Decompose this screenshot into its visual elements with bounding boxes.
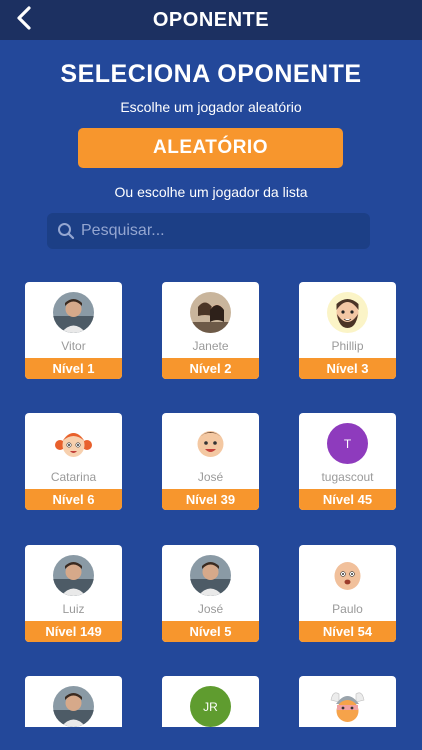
opponent-name: Phillip [331,339,364,353]
opponent-card[interactable]: Luiz Nível 149 [25,545,122,642]
cartoon-bald-man-icon [327,555,368,596]
cartoon-bearded-man-icon [327,292,368,333]
opponent-card[interactable] [25,676,122,727]
opponent-card[interactable]: Ttugascout Nível 45 [299,413,396,510]
bottom-strip [0,727,422,750]
opponent-card[interactable]: Janete Nível 2 [162,282,259,379]
opponent-name: Paulo [332,602,363,616]
opponent-level-badge: Nível 3 [299,358,396,379]
opponent-card[interactable]: JR [162,676,259,727]
list-hint: Ou escolhe um jogador da lista [114,184,308,200]
opponent-level-badge: Nível 39 [162,489,259,510]
opponent-card[interactable]: Phillip Nível 3 [299,282,396,379]
opponent-card[interactable]: Vitor Nível 1 [25,282,122,379]
opponent-card[interactable]: Paulo Nível 54 [299,545,396,642]
photo-man-icon [53,686,94,727]
photo-man-icon [53,292,94,333]
avatar-initials: T [343,436,352,451]
opponent-card[interactable]: José Nível 39 [162,413,259,510]
random-hint: Escolhe um jogador aleatório [120,99,302,115]
opponent-name: José [197,602,224,616]
opponent-level-badge: Nível 45 [299,489,396,510]
avatar-initials: JR [203,699,218,714]
opponent-level-badge: Nível 149 [25,621,122,642]
opponent-card[interactable]: Catarina Nível 6 [25,413,122,510]
random-opponent-button[interactable]: ALEATÓRIO [78,128,343,168]
opponent-name: José [197,470,224,484]
opponent-name: Vitor [61,339,86,353]
photo-man-icon [53,555,94,596]
opponent-level-badge: Nível 2 [162,358,259,379]
opponent-level-badge: Nível 5 [162,621,259,642]
opponent-level-badge: Nível 6 [25,489,122,510]
initials-avatar: JR [190,686,231,727]
opponent-level-badge: Nível 1 [25,358,122,379]
opponent-name: tugascout [321,470,374,484]
cartoon-girl-icon [53,423,94,464]
opponent-level-badge: Nível 54 [299,621,396,642]
opponent-name: Catarina [50,470,97,484]
cartoon-boy-icon [190,423,231,464]
opponent-card[interactable]: José Nível 5 [162,545,259,642]
page-heading: SELECIONA OPONENTE [60,60,362,88]
cartoon-viking-icon [327,686,368,727]
opponent-name: Janete [192,339,229,353]
search-input[interactable] [81,213,370,249]
opponent-name: Luiz [62,602,85,616]
initials-avatar: T [327,423,368,464]
photo-man-icon [190,555,231,596]
photo-couple-icon [190,292,231,333]
search-bar [47,213,370,249]
opponent-card[interactable] [299,676,396,727]
search-icon [51,222,81,240]
